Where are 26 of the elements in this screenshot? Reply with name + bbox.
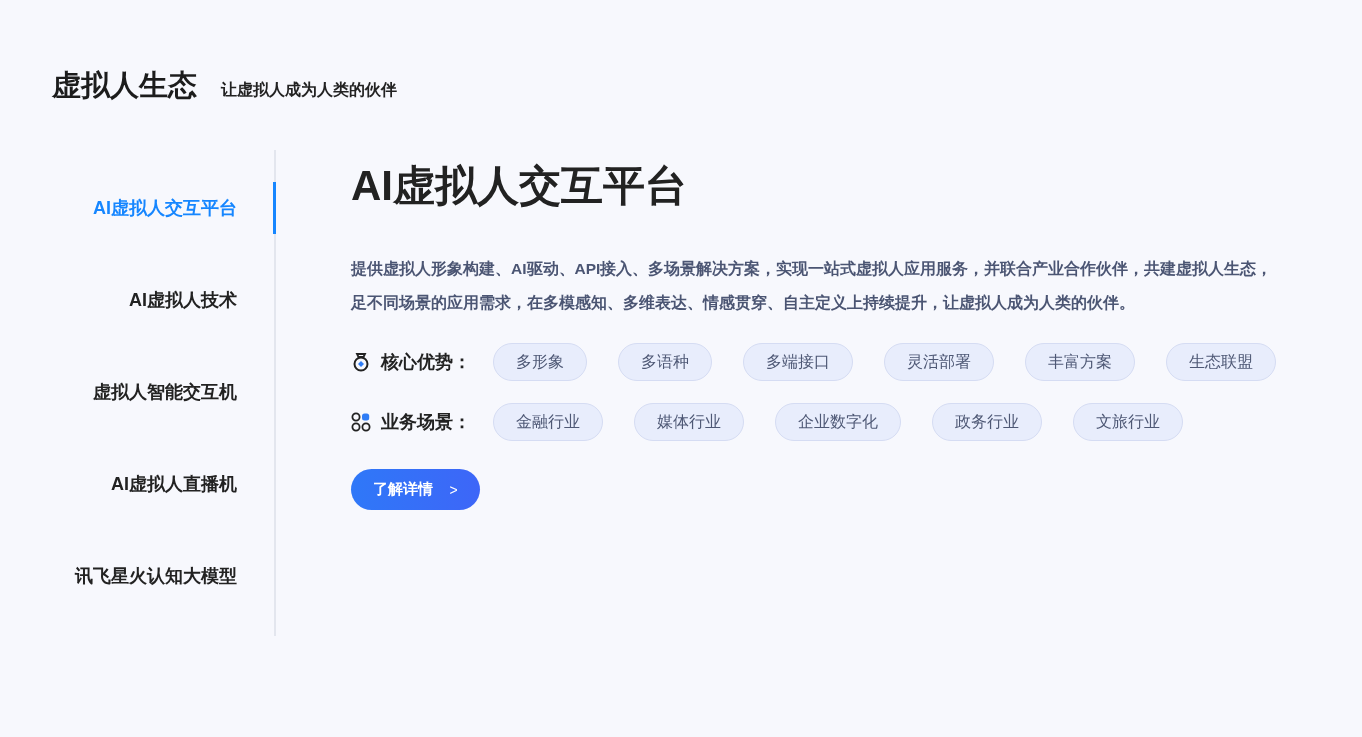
tag[interactable]: 金融行业	[493, 403, 603, 441]
sidebar-item[interactable]: AI虚拟人技术	[0, 274, 276, 326]
tag[interactable]: 多端接口	[743, 343, 853, 381]
tag[interactable]: 政务行业	[932, 403, 1042, 441]
grid-icon	[351, 412, 371, 432]
description-text: 足不同场景的应用需求，在多模感知、多维表达、情感贯穿、自主定义上持续提升，让虚拟人成为人类的伙伴。	[351, 293, 1136, 313]
sidebar-item[interactable]: 讯飞星火认知大模型	[0, 550, 276, 602]
tag[interactable]: 丰富方案	[1025, 343, 1135, 381]
sidebar-item[interactable]: 虚拟人智能交互机	[0, 366, 276, 418]
tag[interactable]: 生态联盟	[1166, 343, 1276, 381]
group-label: 核心优势：	[381, 351, 472, 374]
tag[interactable]: 多语种	[618, 343, 712, 381]
tag[interactable]: 文旅行业	[1073, 403, 1183, 441]
section-subtitle: 让虚拟人成为人类的伙伴	[221, 80, 397, 100]
sidebar-item[interactable]: AI虚拟人交互平台	[0, 182, 276, 234]
medal-icon	[351, 352, 371, 372]
tag[interactable]: 多形象	[493, 343, 587, 381]
details-button[interactable]: 了解详情 >	[351, 469, 480, 510]
description-text: 提供虚拟人形象构建、AI驱动、API接入、多场景解决方案，实现一站式虚拟人应用服务，并联合产业合作伙伴，共建虚拟人生态，	[351, 259, 1274, 279]
group-label: 业务场景：	[381, 411, 472, 434]
platform-title: AI虚拟人交互平台	[351, 161, 688, 211]
tag[interactable]: 媒体行业	[634, 403, 744, 441]
sidebar-item[interactable]: AI虚拟人直播机	[0, 458, 276, 510]
tag[interactable]: 灵活部署	[884, 343, 994, 381]
section-title: 虚拟人生态	[52, 68, 197, 103]
tag[interactable]: 企业数字化	[775, 403, 901, 441]
